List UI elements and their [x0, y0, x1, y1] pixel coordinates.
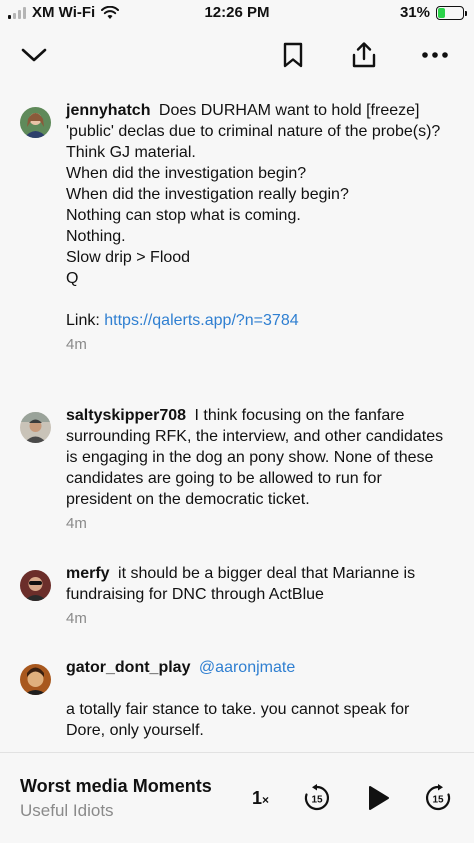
play-button[interactable] — [363, 783, 393, 813]
status-right: 31% — [399, 4, 467, 21]
share-button[interactable] — [347, 38, 381, 72]
comment-time: 4m — [66, 610, 87, 627]
more-button[interactable] — [418, 38, 452, 72]
comment-mention[interactable]: @aaronjmate — [199, 659, 295, 676]
toolbar — [0, 32, 474, 76]
screen: XM Wi-Fi 12:26 PM 31% jennyhatch Does DU… — [0, 0, 474, 843]
skip-forward-icon: 15 — [426, 784, 451, 811]
comment-username[interactable]: merfy — [66, 565, 110, 582]
avatar[interactable] — [20, 412, 51, 443]
avatar[interactable] — [20, 664, 51, 695]
bookmark-icon — [283, 42, 303, 68]
battery-percent: 31% — [399, 4, 430, 21]
skip-forward-button[interactable]: 15 — [423, 783, 453, 813]
speed-value: 1 — [252, 788, 263, 808]
collapse-button[interactable] — [17, 38, 51, 72]
battery-icon — [436, 5, 467, 20]
skip-back-button[interactable]: 15 — [302, 783, 332, 813]
chevron-down-icon — [21, 48, 47, 62]
mini-player[interactable]: Worst media Moments Useful Idiots 1× 15 … — [0, 752, 474, 843]
comment-username[interactable]: jennyhatch — [66, 102, 150, 119]
comment-item: jennyhatch Does DURHAM want to hold [fre… — [0, 100, 474, 354]
comment-link[interactable]: https://qalerts.app/?n=3784 — [104, 312, 298, 329]
playback-speed-button[interactable]: 1× — [252, 788, 269, 809]
comment-item: gator_dont_play @aaronjmate a totally fa… — [0, 657, 474, 741]
avatar[interactable] — [20, 570, 51, 601]
skip-forward-seconds: 15 — [432, 795, 444, 806]
play-icon — [369, 786, 389, 810]
comment-text: Does DURHAM want to hold [freeze] 'publi… — [66, 102, 441, 329]
podcast-name[interactable]: Useful Idiots — [20, 801, 114, 821]
comment-item: merfy it should be a bigger deal that Ma… — [0, 563, 474, 628]
comment-time: 4m — [66, 515, 87, 532]
comment-username[interactable]: saltyskipper708 — [66, 407, 186, 424]
comment-text: a totally fair stance to take. you canno… — [66, 701, 410, 739]
comment-item: saltyskipper708 I think focusing on the … — [0, 405, 474, 533]
more-icon — [422, 52, 448, 58]
speed-unit: × — [262, 793, 270, 807]
comment-body: gator_dont_play @aaronjmate a totally fa… — [66, 657, 450, 741]
comment-time: 4m — [66, 336, 87, 353]
status-bar: XM Wi-Fi 12:26 PM 31% — [0, 0, 474, 30]
bookmark-button[interactable] — [276, 38, 310, 72]
skip-back-seconds: 15 — [311, 795, 323, 806]
comment-text: it should be a bigger deal that Marianne… — [66, 565, 416, 603]
comment-body: jennyhatch Does DURHAM want to hold [fre… — [66, 100, 450, 331]
comment-body: merfy it should be a bigger deal that Ma… — [66, 563, 450, 605]
comment-username[interactable]: gator_dont_play — [66, 659, 190, 676]
episode-title[interactable]: Worst media Moments — [20, 776, 212, 797]
comments-list: jennyhatch Does DURHAM want to hold [fre… — [0, 92, 474, 752]
avatar[interactable] — [20, 107, 51, 138]
comment-body: saltyskipper708 I think focusing on the … — [66, 405, 450, 510]
share-icon — [352, 42, 376, 68]
skip-back-icon: 15 — [304, 784, 329, 811]
